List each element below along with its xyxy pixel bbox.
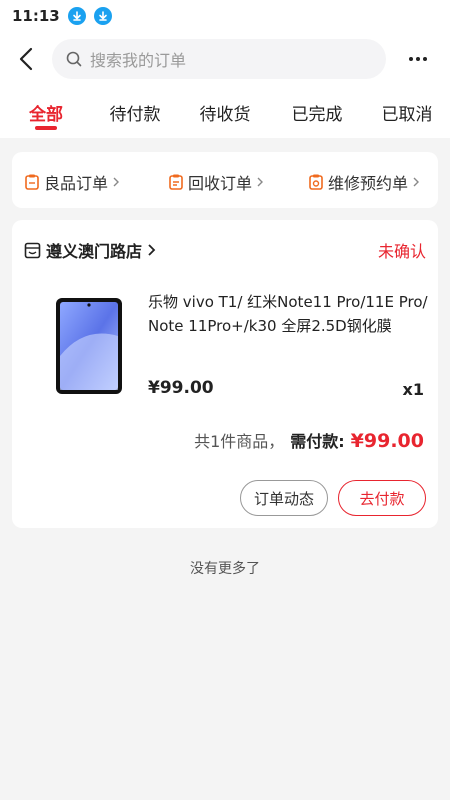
more-dots-icon [409,57,427,61]
tab-label: 待收货 [199,105,251,125]
tab-label: 已完成 [291,105,343,125]
search-placeholder: 搜索我的订单 [90,51,187,70]
chevron-right-icon [257,177,264,187]
amount-due-label: 需付款: [290,432,345,451]
product-image[interactable] [48,294,130,398]
tab-cancelled[interactable]: 已取消 [372,86,442,138]
shortcut-repair-appointments[interactable]: 维修预约单 [308,170,420,194]
order-type-shortcuts: 良品订单 回收订单 维修预约单 [12,152,438,208]
back-arrow-icon [19,47,33,71]
no-more-text: 没有更多了 [190,561,260,577]
header: 搜索我的订单 [0,32,450,86]
back-button[interactable] [0,32,52,86]
shortcut-recycle-orders[interactable]: 回收订单 [168,170,264,194]
download-notification-icon [93,7,112,25]
tab-label: 已取消 [381,105,433,125]
store-icon [24,242,41,258]
phone-screen-protector-image [56,298,122,394]
tab-pending-payment[interactable]: 待付款 [100,86,170,138]
tab-pending-receipt[interactable]: 待收货 [190,86,260,138]
tab-label: 待付款 [109,105,161,125]
store-link[interactable]: 遵义澳门路店 [24,238,156,262]
more-options-button[interactable] [386,32,450,86]
order-status: 未确认 [377,242,426,261]
recycle-order-icon [169,174,183,190]
shortcut-label: 维修预约单 [328,174,409,193]
order-summary: 共1件商品， 需付款: ¥99.00 [194,428,424,452]
tab-label: 全部 [29,105,63,125]
search-icon [66,51,82,67]
status-time: 11:13 [12,7,60,25]
shortcut-label: 良品订单 [44,174,109,193]
download-notification-icon [67,7,86,25]
order-tracking-button[interactable]: 订单动态 [240,480,328,516]
tab-completed[interactable]: 已完成 [282,86,352,138]
chevron-right-icon [148,244,156,256]
order-tabs: 全部 待付款 待收货 已完成 已取消 [0,86,450,138]
search-input[interactable]: 搜索我的订单 [52,39,386,79]
shortcut-label: 回收订单 [188,174,253,193]
item-count: 共1件商品， [194,432,285,451]
product-title[interactable]: 乐物 vivo T1/ 红米Note11 Pro/11E Pro/ Note 1… [148,290,428,338]
tab-all[interactable]: 全部 [18,86,74,138]
tab-active-indicator [35,126,57,130]
status-bar: 11:13 [0,0,450,32]
amount-due: ¥99.00 [350,430,424,452]
product-price: ¥99.00 [148,378,214,398]
repair-icon [309,174,323,190]
shortcut-quality-orders[interactable]: 良品订单 [24,170,120,194]
product-quantity: x1 [402,380,424,399]
chevron-right-icon [113,177,120,187]
pay-button[interactable]: 去付款 [338,480,426,516]
order-card[interactable]: 遵义澳门路店 未确认 乐物 vivo T1/ 红米Note11 Pro/11E … [12,220,438,528]
store-name: 遵义澳门路店 [46,242,143,261]
clipboard-icon [25,174,39,190]
chevron-right-icon [413,177,420,187]
